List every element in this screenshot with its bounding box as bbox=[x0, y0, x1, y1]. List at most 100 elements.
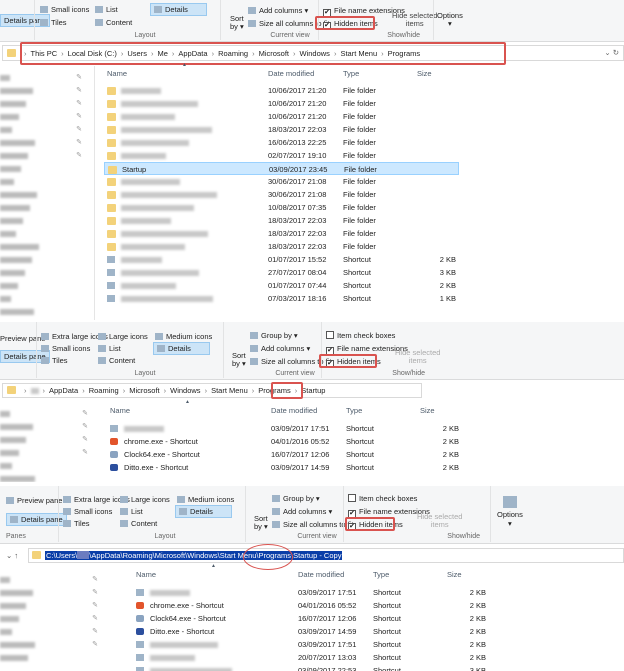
file-type: File folder bbox=[343, 203, 376, 212]
blurred-name bbox=[121, 205, 194, 212]
folder-icon bbox=[107, 100, 116, 108]
sort-arrow-icon: ▲ bbox=[182, 62, 187, 68]
file-row[interactable]: 10/08/2017 07:35 File folder bbox=[104, 201, 459, 214]
column-header-date[interactable]: Date modified bbox=[298, 570, 344, 579]
column-header-name[interactable]: Name bbox=[107, 69, 127, 78]
column-header-size[interactable]: Size bbox=[420, 406, 435, 415]
file-name bbox=[121, 201, 194, 214]
file-name bbox=[121, 149, 166, 162]
file-row[interactable]: 07/03/2017 18:16 Shortcut 1 KB bbox=[104, 292, 459, 305]
folder-icon bbox=[107, 152, 116, 160]
file-type: Shortcut bbox=[346, 424, 374, 433]
file-name bbox=[121, 266, 199, 279]
file-row[interactable]: 27/07/2017 08:04 Shortcut 3 KB bbox=[104, 266, 459, 279]
file-name bbox=[150, 638, 218, 651]
date-modified: 18/03/2017 22:03 bbox=[268, 242, 327, 251]
blurred-name bbox=[121, 127, 212, 134]
file-row[interactable]: 01/07/2017 07:44 Shortcut 2 KB bbox=[104, 279, 459, 292]
file-row[interactable]: 01/07/2017 15:52 Shortcut 2 KB bbox=[104, 253, 459, 266]
blurred-name bbox=[150, 642, 218, 649]
folder-icon bbox=[107, 178, 116, 186]
shortcut-icon bbox=[136, 667, 144, 671]
file-row[interactable]: 03/09/2017 22:53 Shortcut 3 KB bbox=[133, 664, 489, 671]
blurred-name bbox=[121, 231, 208, 238]
file-size: 2 KB bbox=[439, 255, 456, 264]
file-name bbox=[121, 188, 217, 201]
blurred-name bbox=[121, 296, 213, 303]
file-row[interactable]: 16/06/2013 22:25 File folder bbox=[104, 136, 459, 149]
folder-icon bbox=[107, 126, 116, 134]
file-list: Name Date modified Type Size ▲ 03/09/2017 17:… bbox=[0, 486, 624, 671]
chrome-icon bbox=[110, 438, 118, 445]
file-row[interactable]: 30/06/2017 21:08 File folder bbox=[104, 175, 459, 188]
file-row[interactable]: 18/03/2017 22:03 File folder bbox=[104, 123, 459, 136]
date-modified: 03/09/2017 14:59 bbox=[298, 627, 357, 636]
date-modified: 27/07/2017 08:04 bbox=[268, 268, 327, 277]
blurred-name bbox=[121, 244, 185, 251]
ditto-icon bbox=[136, 628, 144, 635]
file-name: Clock64.exe - Shortcut bbox=[150, 614, 226, 623]
file-name: chrome.exe - Shortcut bbox=[124, 437, 198, 446]
file-row[interactable]: Startup 03/09/2017 23:45 File folder bbox=[104, 162, 459, 175]
file-name bbox=[121, 240, 185, 253]
file-name bbox=[121, 110, 175, 123]
date-modified: 10/08/2017 07:35 bbox=[268, 203, 327, 212]
file-row[interactable]: 18/03/2017 22:03 File folder bbox=[104, 240, 459, 253]
file-type: Shortcut bbox=[343, 255, 371, 264]
file-type: Shortcut bbox=[373, 653, 401, 662]
date-modified: 10/06/2017 21:20 bbox=[268, 99, 327, 108]
file-row[interactable]: 18/03/2017 22:03 File folder bbox=[104, 227, 459, 240]
date-modified: 16/06/2013 22:25 bbox=[268, 138, 327, 147]
file-list: Name Date modified Type Size ▲ 10/06/2017 21:… bbox=[0, 0, 624, 320]
column-header-date[interactable]: Date modified bbox=[271, 406, 317, 415]
file-type: File folder bbox=[343, 151, 376, 160]
file-row[interactable]: Clock64.exe - Shortcut 16/07/2017 12:06 Sh… bbox=[107, 448, 462, 461]
file-type: File folder bbox=[343, 112, 376, 121]
file-row[interactable]: 03/09/2017 17:51 Shortcut 2 KB bbox=[133, 586, 489, 599]
column-header-date[interactable]: Date modified bbox=[268, 69, 314, 78]
column-header-name[interactable]: Name bbox=[136, 570, 156, 579]
file-row[interactable]: chrome.exe - Shortcut 04/01/2016 05:52 Sho… bbox=[107, 435, 462, 448]
file-row[interactable]: 10/06/2017 21:20 File folder bbox=[104, 97, 459, 110]
file-row[interactable]: Clock64.exe - Shortcut 16/07/2017 12:06 Sh… bbox=[133, 612, 489, 625]
date-modified: 18/03/2017 22:03 bbox=[268, 229, 327, 238]
blurred-name bbox=[121, 283, 176, 290]
date-modified: 30/06/2017 21:08 bbox=[268, 190, 327, 199]
file-row[interactable]: 18/03/2017 22:03 File folder bbox=[104, 214, 459, 227]
file-type: File folder bbox=[343, 242, 376, 251]
column-header-name[interactable]: Name bbox=[110, 406, 130, 415]
file-row[interactable]: chrome.exe - Shortcut 04/01/2016 05:52 Sho… bbox=[133, 599, 489, 612]
file-row[interactable]: 30/06/2017 21:08 File folder bbox=[104, 188, 459, 201]
date-modified: 04/01/2016 05:52 bbox=[298, 601, 357, 610]
file-name: chrome.exe - Shortcut bbox=[150, 601, 224, 610]
file-row[interactable]: 10/06/2017 21:20 File folder bbox=[104, 84, 459, 97]
date-modified: 10/06/2017 21:20 bbox=[268, 112, 327, 121]
column-header-type[interactable]: Type bbox=[343, 69, 359, 78]
file-name: Ditto.exe - Shortcut bbox=[150, 627, 215, 636]
blurred-name bbox=[150, 655, 195, 662]
column-header-type[interactable]: Type bbox=[373, 570, 389, 579]
file-size: 2 KB bbox=[442, 463, 459, 472]
column-header-size[interactable]: Size bbox=[417, 69, 432, 78]
file-type: File folder bbox=[343, 190, 376, 199]
explorer-window-startup-copy: Preview pane Details pane Panes Extra la… bbox=[0, 486, 624, 671]
file-row[interactable]: 10/06/2017 21:20 File folder bbox=[104, 110, 459, 123]
blurred-name bbox=[121, 270, 199, 277]
file-name bbox=[121, 253, 162, 266]
shortcut-icon bbox=[136, 589, 144, 596]
column-header-type[interactable]: Type bbox=[346, 406, 362, 415]
shortcut-icon bbox=[107, 282, 115, 289]
file-row[interactable]: 20/07/2017 13:03 Shortcut 2 KB bbox=[133, 651, 489, 664]
blurred-name bbox=[150, 590, 190, 597]
file-row[interactable]: Ditto.exe - Shortcut 03/09/2017 14:59 Shor… bbox=[107, 461, 462, 474]
file-row[interactable]: 02/07/2017 19:10 File folder bbox=[104, 149, 459, 162]
file-size: 2 KB bbox=[469, 640, 486, 649]
file-row[interactable]: 03/09/2017 17:51 Shortcut 2 KB bbox=[107, 422, 462, 435]
file-type: Shortcut bbox=[343, 268, 371, 277]
file-row[interactable]: 03/09/2017 17:51 Shortcut 2 KB bbox=[133, 638, 489, 651]
column-header-size[interactable]: Size bbox=[447, 570, 462, 579]
shortcut-icon bbox=[107, 295, 115, 302]
file-row[interactable]: Ditto.exe - Shortcut 03/09/2017 14:59 Shor… bbox=[133, 625, 489, 638]
chrome-icon bbox=[136, 602, 144, 609]
shortcut-icon bbox=[136, 641, 144, 648]
